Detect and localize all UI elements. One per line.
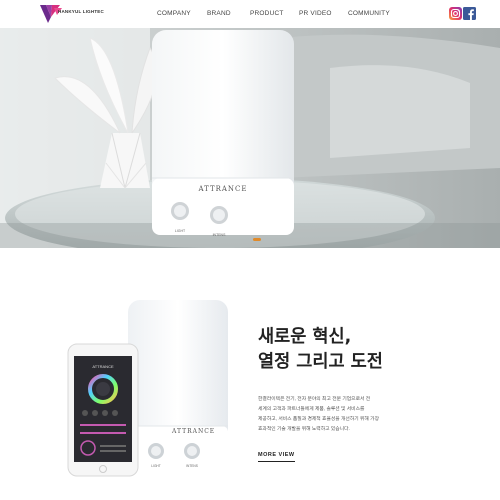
instagram-icon[interactable] [449,7,462,20]
nav-item-pr-video[interactable]: PR VIDEO [299,10,332,17]
intro-button-right-label: INTENS [186,464,198,468]
more-view-link[interactable]: MORE VIEW [258,452,295,462]
intro-body-line3: 제공하고, 서비스 품질과 경제적 효율성을 개선하기 위해 가장 [258,417,379,422]
phone-app-title: ATTRANCE [92,364,114,369]
hero-banner: ATTRANCE LIGHT INTENS [0,28,500,248]
main-nav: COMPANY BRAND PRODUCT PR VIDEO COMMUNITY [0,10,500,20]
intro-body-line4: 효과적인 기술 개발을 위해 노력하고 있습니다. [258,427,350,432]
hero-photo: ATTRANCE LIGHT INTENS [0,28,500,248]
intro-section: ATTRANCE LIGHT INTENS ATTRANCE 새로운 혁신, 열… [0,248,500,500]
intro-product-brand: ATTRANCE [171,428,215,435]
product-illustration: ATTRANCE LIGHT INTENS ATTRANCE [67,300,228,480]
intro-button-left-label: LIGHT [151,464,160,468]
site-header: HANKYUL LIGHTEC COMPANY BRAND PRODUCT PR… [0,0,500,28]
intro-headline: 새로운 혁신, 열정 그리고 도전 [258,325,383,375]
intro-body-line2: 세계의 고객과 파트너들에게 제품, 솔루션 및 서비스를 [258,407,365,412]
hero-button-left-label: LIGHT [175,229,186,233]
hero-product-brand: ATTRANCE [197,185,247,193]
intro-body: 한결라이텍은 전기, 전자 분야의 최고 전문 기업으로서 전 세계의 고객과 … [258,395,408,435]
hero-button-right-label: INTENS [213,233,227,237]
nav-item-product[interactable]: PRODUCT [250,10,284,17]
intro-body-line1: 한결라이텍은 전기, 전자 분야의 최고 전문 기업으로서 전 [258,397,371,402]
nav-item-community[interactable]: COMMUNITY [348,10,390,17]
nav-item-brand[interactable]: BRAND [207,10,231,17]
intro-headline-line1: 새로운 혁신, [258,327,352,347]
facebook-icon[interactable] [463,7,476,20]
nav-item-company[interactable]: COMPANY [157,10,191,17]
intro-headline-line2: 열정 그리고 도전 [258,352,383,372]
